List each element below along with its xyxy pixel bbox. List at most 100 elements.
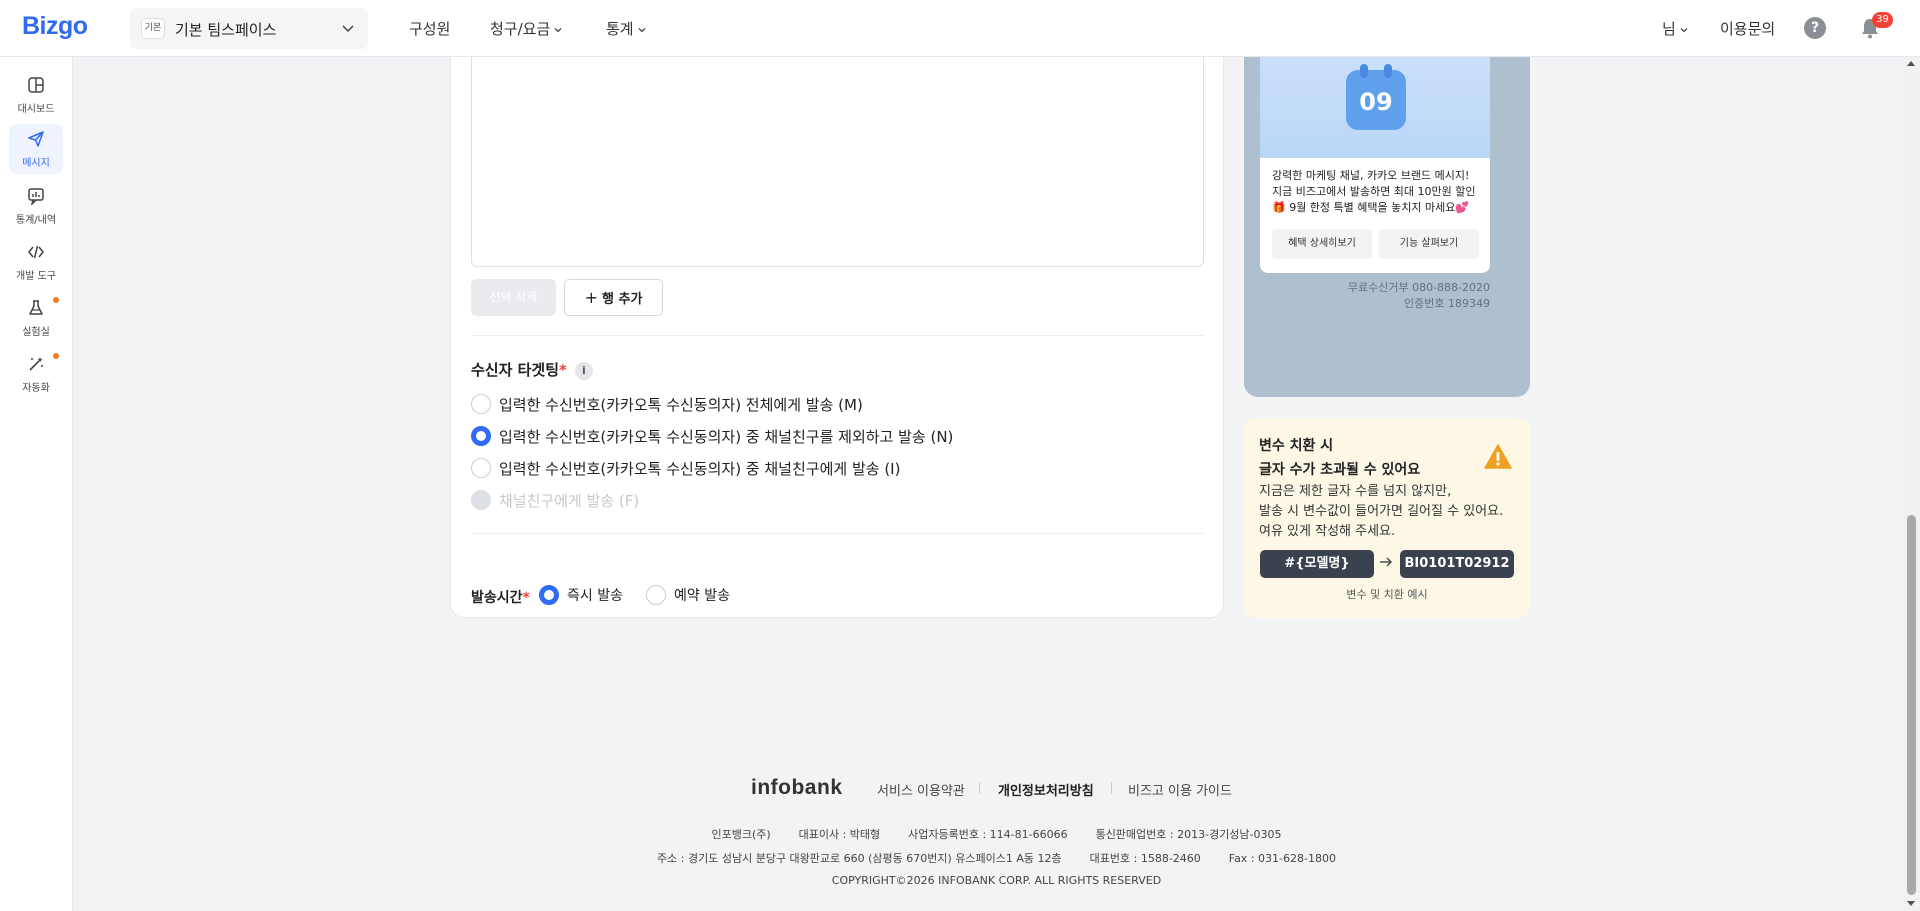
notice-body: 지금은 제한 글자 수를 넘지 않지만, 발송 시 변수값이 들어가면 길어질 … [1259,482,1503,542]
stats-icon [28,188,44,205]
user-menu[interactable]: 님 [1662,18,1689,39]
radio-button[interactable] [646,585,666,605]
nav-stats-label: 통계 [606,20,634,38]
ad-line: 강력한 마케팅 채널, 카카오 브랜드 메시지! [1272,169,1470,182]
scroll-up-arrow[interactable] [1907,61,1915,66]
send-time-label-text: 발송시간 [471,590,523,606]
required-mark: * [522,590,530,606]
warning-icon [1484,444,1512,469]
arrow-right-icon [1380,557,1392,567]
sidebar-item-dev-tools[interactable]: 개발 도구 [9,237,63,287]
notice-title-line: 글자 수가 초과될 수 있어요 [1259,462,1421,478]
message-preview: 09 강력한 마케팅 채널, 카카오 브랜드 메시지! 지금 비즈고에서 발송하… [1244,30,1530,397]
sidebar-item-label: 실험실 [22,327,50,338]
nav-stats[interactable]: 통계 [606,18,647,39]
infobank-logo: infobank [751,776,843,799]
workspace-selector[interactable]: 기본 기본 팀스페이스 [130,8,368,49]
radio-label: 즉시 발송 [567,588,623,604]
dashboard-icon [28,77,44,93]
footer-separator [979,782,980,794]
ad-line: 🎁 9월 한정 특별 혜택을 놓치지 마세요💕 [1272,201,1470,214]
sidebar-item-stats[interactable]: 통계/내역 [9,181,63,231]
radio-button[interactable] [471,458,491,478]
auth-number: 인증번호 189349 [1404,297,1490,310]
ad-line: 지금 비즈고에서 발송하면 최대 10만원 할인 [1272,185,1476,198]
variable-warning-notice: 변수 치환 시 글자 수가 초과될 수 있어요 지금은 제한 글자 수를 넘지 … [1244,418,1530,618]
calendar-icon: 09 [1346,64,1406,130]
sidebar-item-dashboard[interactable]: 대시보드 [9,70,63,120]
radio-label: 입력한 수신번호(카카오톡 수신동의자) 중 채널친구에게 발송 (I) [499,460,901,478]
send-icon [28,131,44,147]
sidebar-item-label: 대시보드 [17,104,55,115]
radio-button[interactable] [471,394,491,414]
radio-button-checked[interactable] [471,426,491,446]
notice-body-line: 발송 시 변수값이 들어가면 길어질 수 있어요. [1259,504,1504,519]
sidebar-item-lab[interactable]: 실험실 [9,293,63,343]
footer-company-info: 인포뱅크(주) 대표이사 : 박태형 사업자등록번호 : 114-81-6606… [711,828,1282,841]
notice-body-line: 지금은 제한 글자 수를 넘지 않지만, [1259,484,1452,499]
sidebar-item-label: 메시지 [22,158,50,169]
message-form-card: 선택 삭제 + 행 추가 수신자 타겟팅* i 입력한 수신번호(카카오톡 수신동의… [450,30,1224,618]
required-mark: * [559,361,567,379]
nav-billing[interactable]: 청구/요금 [490,18,563,39]
variable-chip: #{모델명} [1260,550,1374,578]
page-scrollbar[interactable] [1903,57,1920,911]
radio-label: 입력한 수신번호(카카오톡 수신동의자) 전체에게 발송 (M) [499,396,863,414]
send-time-label: 발송시간* [471,587,530,607]
footer-privacy-link[interactable]: 개인정보처리방침 [998,780,1094,799]
unsubscribe-number: 무료수신거부 080-888-2020 [1347,281,1490,294]
preview-message-text: 강력한 마케팅 채널, 카카오 브랜드 메시지! 지금 비즈고에서 발송하면 최… [1272,168,1482,216]
delete-selected-button[interactable]: 선택 삭제 [471,279,556,316]
chevron-down-icon [554,27,562,32]
footer-guide-link[interactable]: 비즈고 이용 가이드 [1128,780,1232,799]
send-scheduled-option[interactable]: 예약 발송 [646,584,746,606]
radio-label: 입력한 수신번호(카카오톡 수신동의자) 중 채널친구를 제외하고 발송 (N) [499,428,954,446]
preview-footer: 무료수신거부 080-888-2020 인증번호 189349 [1348,280,1490,312]
help-icon[interactable]: ? [1804,17,1826,39]
recipient-table-area[interactable] [471,41,1204,267]
footer-separator [1111,782,1112,794]
new-indicator-dot [53,297,59,303]
section-divider [471,533,1204,534]
chevron-down-icon [1680,27,1688,32]
notice-title-line: 변수 치환 시 [1259,438,1334,454]
sidebar-item-message[interactable]: 메시지 [9,124,63,174]
plus-icon: + [584,288,598,307]
bizgo-logo[interactable]: Bizgo [22,12,88,41]
sidebar-item-label: 자동화 [22,383,50,394]
sidebar-item-label: 통계/내역 [15,215,57,226]
section-divider [471,335,1204,336]
sidebar-item-automation[interactable]: 자동화 [9,349,63,399]
benefit-detail-button[interactable]: 혜택 상세히보기 [1272,229,1372,259]
notification-badge: 39 [1872,12,1893,28]
inquiry-link[interactable]: 이용문의 [1720,18,1775,39]
scroll-down-arrow[interactable] [1907,901,1915,906]
notice-caption: 변수 및 치환 예시 [1346,588,1428,601]
footer-terms-link[interactable]: 서비스 이용약관 [877,780,965,799]
info-icon[interactable]: i [574,361,593,380]
nav-billing-label: 청구/요금 [490,20,551,38]
send-now-option[interactable]: 즉시 발송 [539,584,639,606]
code-icon [28,245,44,259]
notice-body-line: 여유 있게 작성해 주세요. [1259,524,1396,539]
footer-copyright: COPYRIGHT©2026 INFOBANK CORP. ALL RIGHTS… [831,874,1162,887]
value-chip: BI0101T02912 [1400,550,1514,578]
radio-label: 채널친구에게 발송 (F) [499,492,640,510]
feature-explore-button[interactable]: 기능 살펴보기 [1379,229,1479,259]
chevron-down-icon [638,27,646,32]
preview-message-card: 09 강력한 마케팅 채널, 카카오 브랜드 메시지! 지금 비즈고에서 발송하… [1260,30,1490,273]
nav-members[interactable]: 구성원 [409,18,450,39]
magic-wand-icon [29,357,43,371]
footer-address-info: 주소 : 경기도 성남시 분당구 대왕판교로 660 (삼평동 670번지) 유… [657,852,1336,865]
add-row-button[interactable]: + 행 추가 [564,279,663,316]
scroll-thumb[interactable] [1907,515,1916,895]
add-row-label: 행 추가 [602,292,643,307]
workspace-name: 기본 팀스페이스 [175,21,277,39]
new-indicator-dot [53,353,59,359]
radio-button-checked[interactable] [539,585,559,605]
targeting-title: 수신자 타겟팅* i [471,359,593,380]
flask-icon [29,300,43,315]
chevron-down-icon [342,25,354,33]
targeting-title-text: 수신자 타겟팅 [471,361,560,379]
notice-title: 변수 치환 시 글자 수가 초과될 수 있어요 [1259,434,1420,482]
